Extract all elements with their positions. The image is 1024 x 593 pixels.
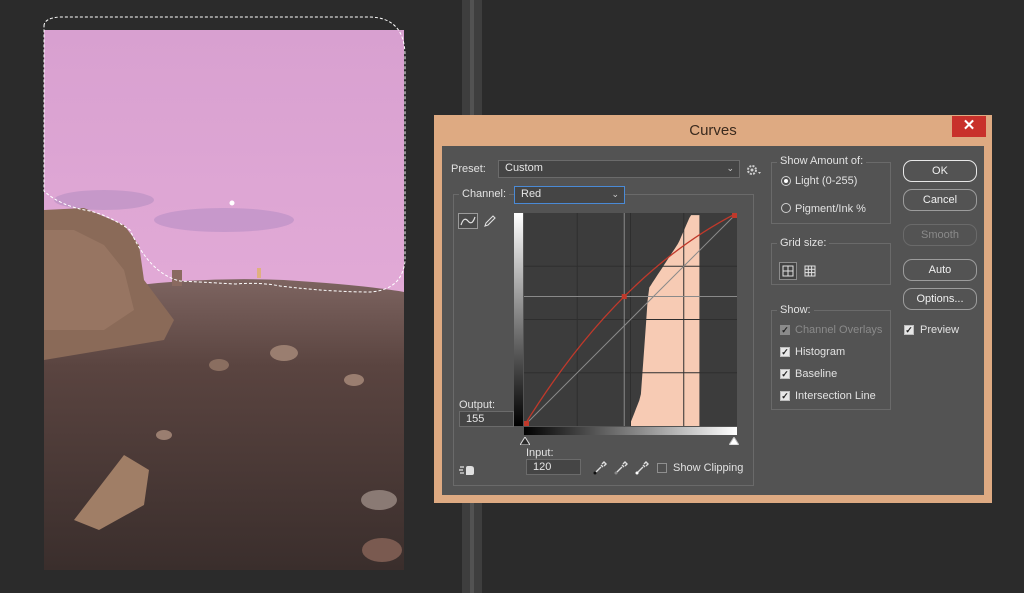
histogram-label: Histogram [795, 346, 846, 358]
baseline-checkbox[interactable]: ✓ [780, 369, 790, 379]
grid-size-title: Grid size: [777, 237, 830, 249]
gray-eyedropper-icon[interactable] [613, 460, 629, 479]
on-image-adjust-icon[interactable] [459, 463, 477, 480]
black-eyedropper-icon[interactable] [592, 460, 608, 479]
white-point-slider[interactable] [728, 436, 740, 448]
dialog-titlebar[interactable]: Curves ✕ [434, 115, 992, 145]
grid-10-icon[interactable] [802, 263, 818, 279]
input-gradient-bar [524, 427, 737, 435]
curve-graph[interactable] [523, 212, 738, 427]
light-radio-label: Light (0-255) [795, 175, 858, 187]
smooth-button[interactable]: Smooth [903, 224, 977, 246]
ok-button[interactable]: OK [903, 160, 977, 182]
options-button[interactable]: Options... [903, 288, 977, 310]
curve-graph-canvas[interactable] [523, 212, 738, 427]
channel-value: Red [521, 188, 542, 200]
channel-overlays-label: Channel Overlays [795, 324, 883, 336]
show-title: Show: [777, 304, 814, 316]
show-clipping-checkbox[interactable] [657, 463, 667, 473]
pigment-radio[interactable] [781, 203, 791, 213]
intersection-line-checkbox[interactable]: ✓ [780, 391, 790, 401]
pencil-icon[interactable] [482, 213, 498, 229]
pigment-radio-label: Pigment/Ink % [795, 203, 866, 215]
curve-point-black[interactable] [524, 421, 529, 426]
preset-label: Preset: [451, 163, 486, 175]
show-amount-title: Show Amount of: [777, 155, 867, 167]
auto-button[interactable]: Auto [903, 259, 977, 281]
chevron-down-icon: ⌄ [611, 189, 619, 199]
curve-point-mid[interactable] [621, 294, 627, 300]
output-field[interactable]: 155 [459, 411, 514, 427]
cancel-button[interactable]: Cancel [903, 189, 977, 211]
close-button[interactable]: ✕ [952, 116, 986, 137]
show-clipping-label: Show Clipping [673, 462, 744, 474]
input-label: Input: [526, 447, 554, 459]
light-radio[interactable] [781, 176, 791, 186]
channel-dropdown[interactable]: Red ⌄ [514, 186, 625, 204]
white-eyedropper-icon[interactable] [634, 460, 650, 479]
preset-dropdown[interactable]: Custom ⌄ [498, 160, 740, 178]
curves-dialog: Curves ✕ Preset: Custom ⌄ Channel: Red ⌄ [434, 115, 992, 503]
baseline-label: Baseline [795, 368, 838, 380]
input-field[interactable]: 120 [526, 459, 581, 475]
channel-overlays-checkbox[interactable]: ✓ [780, 325, 790, 335]
close-icon: ✕ [962, 117, 976, 134]
output-label: Output: [459, 399, 496, 411]
preview-label: Preview [920, 324, 960, 336]
canvas-image[interactable] [44, 30, 404, 570]
curve-tool-icon[interactable] [458, 213, 478, 229]
channel-label: Channel: [459, 188, 510, 200]
intersection-line-label: Intersection Line [795, 390, 876, 402]
curve-point-white[interactable] [732, 213, 737, 218]
grid-4-icon[interactable] [779, 262, 797, 280]
dialog-title: Curves [689, 122, 737, 139]
preset-value: Custom [505, 162, 543, 174]
dialog-body: Preset: Custom ⌄ Channel: Red ⌄ Output: … [442, 146, 984, 495]
gear-icon[interactable] [746, 163, 762, 177]
histogram-checkbox[interactable]: ✓ [780, 347, 790, 357]
chevron-down-icon: ⌄ [726, 163, 734, 173]
preview-checkbox[interactable]: ✓ [904, 325, 914, 335]
output-gradient-bar [514, 213, 523, 426]
